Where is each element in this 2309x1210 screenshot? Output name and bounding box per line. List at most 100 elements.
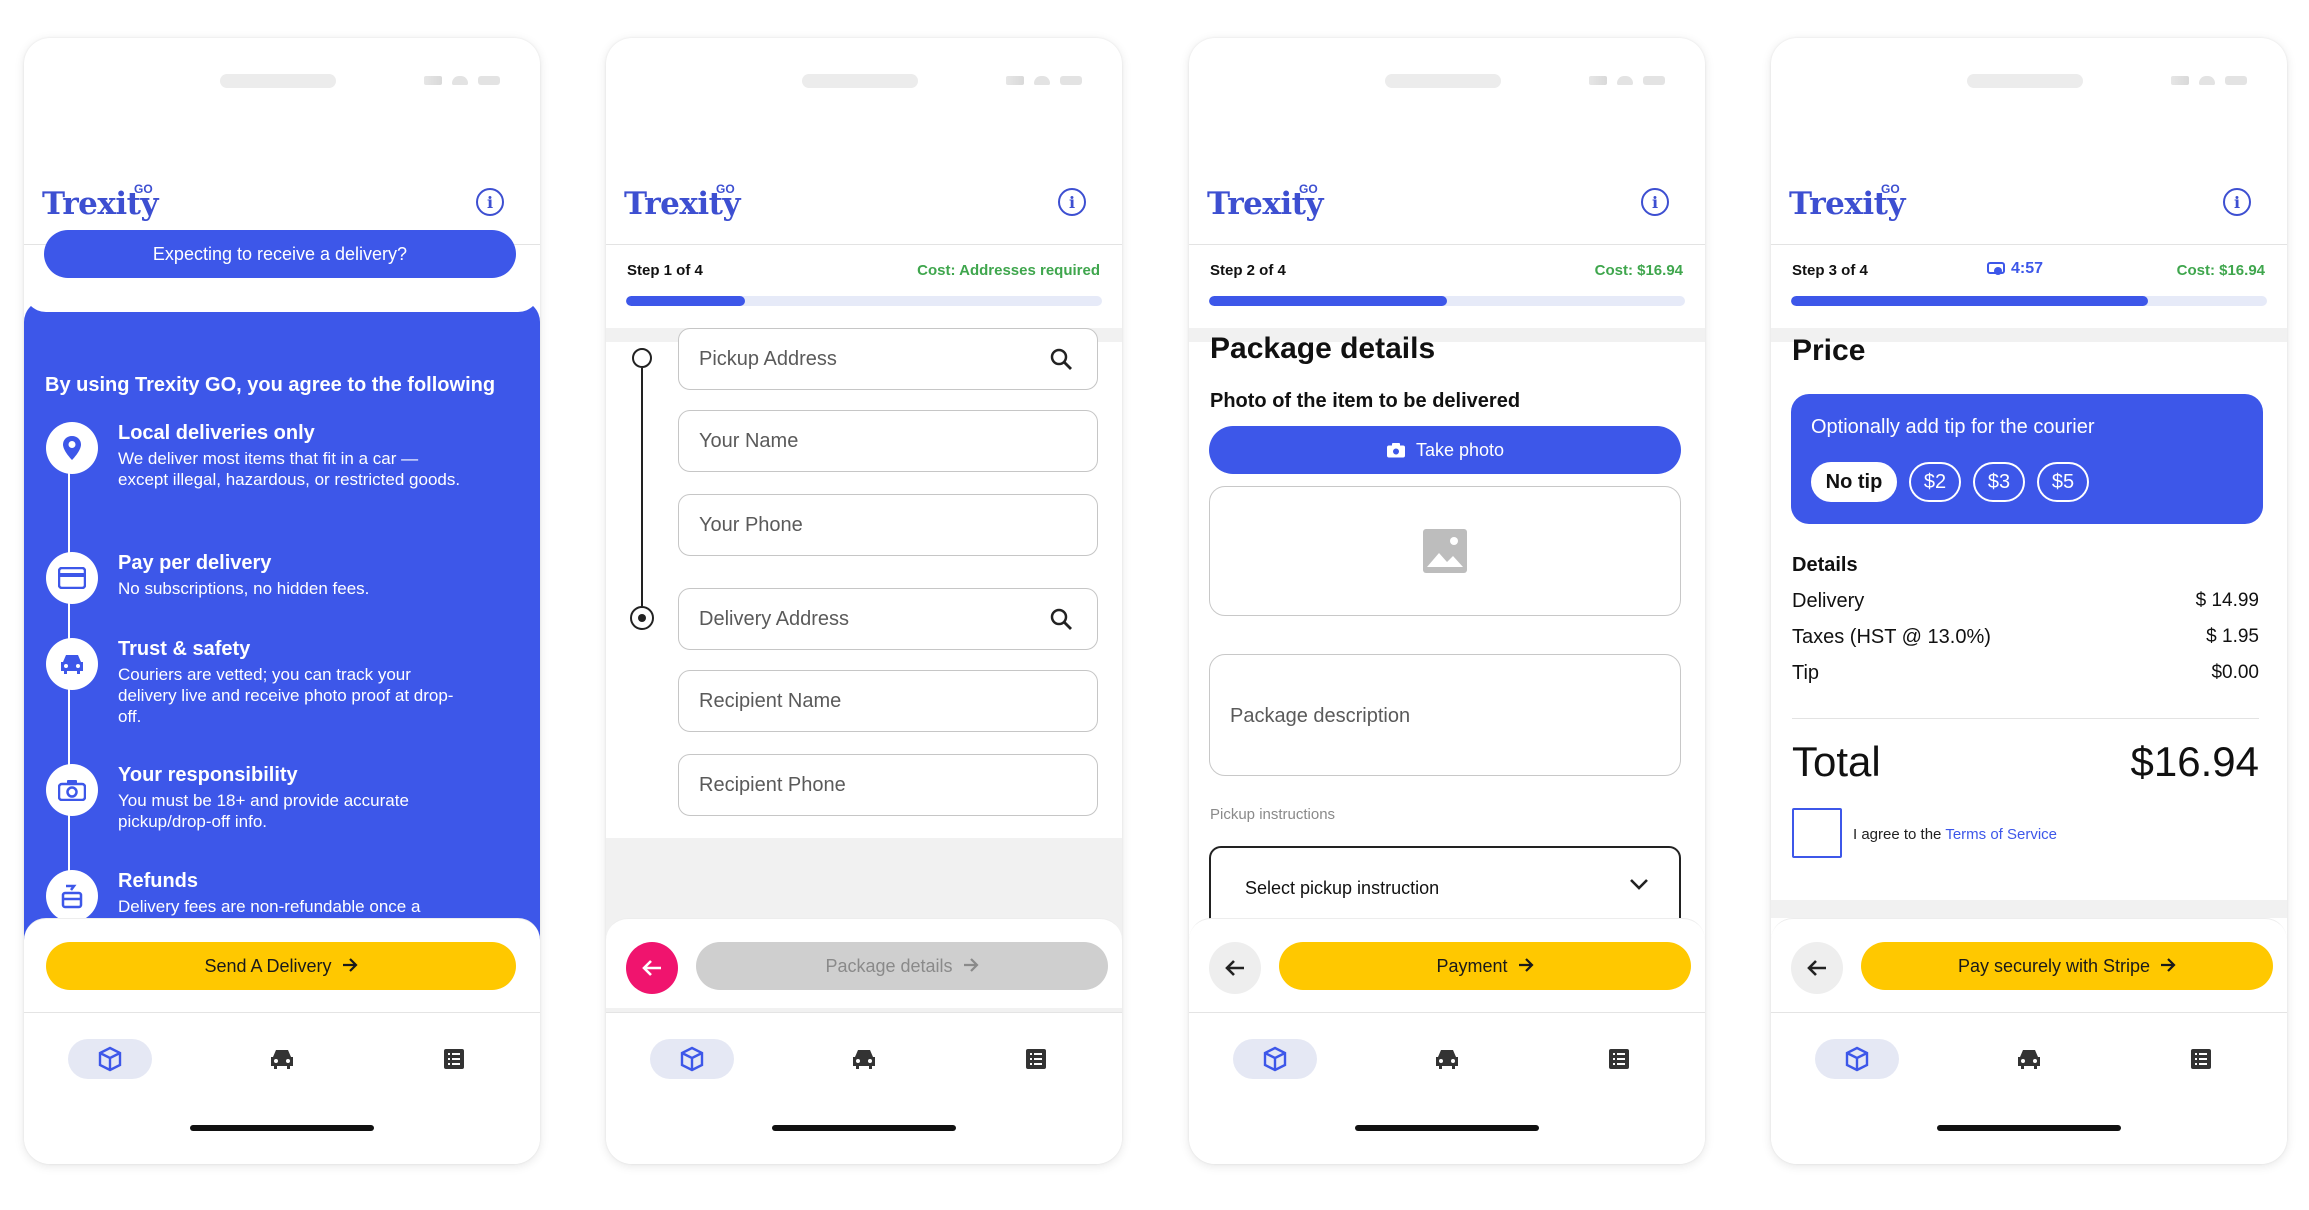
- home-indicator: [1355, 1125, 1539, 1131]
- tip-card: Optionally add tip for the courier No ti…: [1791, 394, 2263, 524]
- tip-title: Optionally add tip for the courier: [1811, 416, 2095, 438]
- signal-icon: [2171, 76, 2189, 85]
- tip-option-2[interactable]: $2: [1909, 462, 1961, 502]
- timer-car-icon: [1987, 262, 2005, 275]
- package-description-field[interactable]: Package description: [1209, 654, 1681, 776]
- list-icon: [444, 1049, 464, 1069]
- terms-checkbox[interactable]: [1792, 808, 1842, 858]
- take-photo-button[interactable]: Take photo: [1209, 426, 1681, 474]
- feature-title: Refunds: [118, 870, 198, 892]
- back-button[interactable]: [1791, 942, 1843, 994]
- progress-bar: [1209, 296, 1685, 306]
- logo-go-label: GO: [1299, 182, 1318, 196]
- recipient-phone-field[interactable]: Recipient Phone: [678, 754, 1098, 816]
- step-label: Step 3 of 4: [1792, 262, 1868, 279]
- pay-with-stripe-button[interactable]: Pay securely with Stripe: [1861, 942, 2273, 990]
- tab-couriers[interactable]: [1405, 1039, 1489, 1079]
- terms-panel: By using Trexity GO, you agree to the fo…: [24, 300, 540, 1004]
- tab-couriers[interactable]: [240, 1039, 324, 1079]
- back-button[interactable]: [626, 942, 678, 994]
- step-label: Step 2 of 4: [1210, 262, 1286, 279]
- app-header: Trexity GO i: [606, 142, 1122, 222]
- tab-history[interactable]: [1577, 1039, 1661, 1079]
- arrow-right-icon: [963, 956, 979, 977]
- payment-label: Payment: [1436, 955, 1508, 976]
- home-indicator: [772, 1125, 956, 1131]
- tab-bar: [24, 1012, 540, 1164]
- signal-icon: [424, 76, 442, 85]
- timer: 4:57: [1987, 260, 2043, 278]
- tab-couriers[interactable]: [822, 1039, 906, 1079]
- route-line: [641, 368, 643, 618]
- arrow-left-icon: [1807, 960, 1826, 976]
- package-details-button[interactable]: Package details: [696, 942, 1108, 990]
- row-label: Delivery: [1792, 590, 1865, 612]
- terms-of-service-link[interactable]: Terms of Service: [1945, 826, 2057, 843]
- tab-history[interactable]: [994, 1039, 1078, 1079]
- tab-deliveries[interactable]: [650, 1039, 734, 1079]
- info-icon[interactable]: i: [1058, 188, 1086, 216]
- pickup-address-field[interactable]: Pickup Address: [678, 328, 1098, 390]
- pickup-marker-icon: [632, 348, 652, 368]
- tip-option-3[interactable]: $3: [1973, 462, 2025, 502]
- price-row-taxes: Taxes (HST @ 13.0%) $ 1.95: [1792, 626, 2259, 649]
- cost-label: Cost: $16.94: [1594, 262, 1683, 279]
- row-value: $ 14.99: [2195, 590, 2259, 611]
- send-delivery-button[interactable]: Send A Delivery: [46, 942, 516, 990]
- tip-option-5[interactable]: $5: [2037, 462, 2089, 502]
- your-name-field[interactable]: Your Name: [678, 410, 1098, 472]
- select-placeholder: Select pickup instruction: [1245, 878, 1440, 898]
- tip-option-none[interactable]: No tip: [1811, 462, 1897, 502]
- tab-deliveries[interactable]: [1233, 1039, 1317, 1079]
- wifi-icon: [2199, 76, 2215, 85]
- app-header: Trexity GO i: [24, 142, 540, 222]
- dynamic-island: [1385, 74, 1501, 88]
- home-indicator: [1937, 1125, 2121, 1131]
- progress-fill: [1791, 296, 2148, 306]
- expecting-delivery-button[interactable]: Expecting to receive a delivery?: [44, 230, 516, 278]
- delivery-address-field[interactable]: Delivery Address: [678, 588, 1098, 650]
- step-progress-header: Step 2 of 4 Cost: $16.94: [1189, 244, 1705, 328]
- arrow-right-icon: [2160, 956, 2176, 977]
- dynamic-island: [1967, 74, 2083, 88]
- refund-icon: [46, 870, 98, 922]
- progress-bar: [1791, 296, 2267, 306]
- recipient-name-field[interactable]: Recipient Name: [678, 670, 1098, 732]
- payment-button[interactable]: Payment: [1279, 942, 1691, 990]
- photo-preview[interactable]: [1209, 486, 1681, 616]
- status-bar: [606, 74, 1122, 88]
- battery-icon: [478, 76, 500, 85]
- status-bar: [24, 74, 540, 88]
- info-icon[interactable]: i: [476, 188, 504, 216]
- send-delivery-label: Send A Delivery: [204, 955, 332, 976]
- tab-bar: [1189, 1012, 1705, 1164]
- back-button[interactable]: [1209, 942, 1261, 994]
- car-icon: [271, 1050, 293, 1069]
- signal-icon: [1006, 76, 1024, 85]
- feature-desc: No subscriptions, no hidden fees.: [118, 579, 370, 598]
- step-label: Step 1 of 4: [627, 262, 703, 279]
- info-icon[interactable]: i: [1641, 188, 1669, 216]
- pickup-address-placeholder: Pickup Address: [699, 347, 837, 370]
- details-title: Details: [1792, 554, 1858, 576]
- your-phone-field[interactable]: Your Phone: [678, 494, 1098, 556]
- camera-icon: [46, 764, 98, 816]
- tab-couriers[interactable]: [1987, 1039, 2071, 1079]
- status-bar: [1771, 74, 2287, 88]
- phone-screen-addresses: Trexity GO i Step 1 of 4 Cost: Addresses…: [606, 38, 1122, 1164]
- package-icon: [1263, 1046, 1287, 1072]
- list-icon: [2191, 1049, 2211, 1069]
- camera-icon: [1386, 443, 1405, 458]
- tab-history[interactable]: [2159, 1039, 2243, 1079]
- header-card-bottom: [24, 282, 540, 312]
- arrow-left-icon: [1225, 960, 1244, 976]
- photo-label: Photo of the item to be delivered: [1210, 390, 1521, 412]
- tab-history[interactable]: [412, 1039, 496, 1079]
- tab-deliveries[interactable]: [68, 1039, 152, 1079]
- terms-agreement: I agree to the Terms of Service: [1853, 826, 2057, 843]
- chevron-down-icon: [1630, 879, 1648, 890]
- tab-deliveries[interactable]: [1815, 1039, 1899, 1079]
- signal-icon: [1589, 76, 1607, 85]
- wifi-icon: [1617, 76, 1633, 85]
- info-icon[interactable]: i: [2223, 188, 2251, 216]
